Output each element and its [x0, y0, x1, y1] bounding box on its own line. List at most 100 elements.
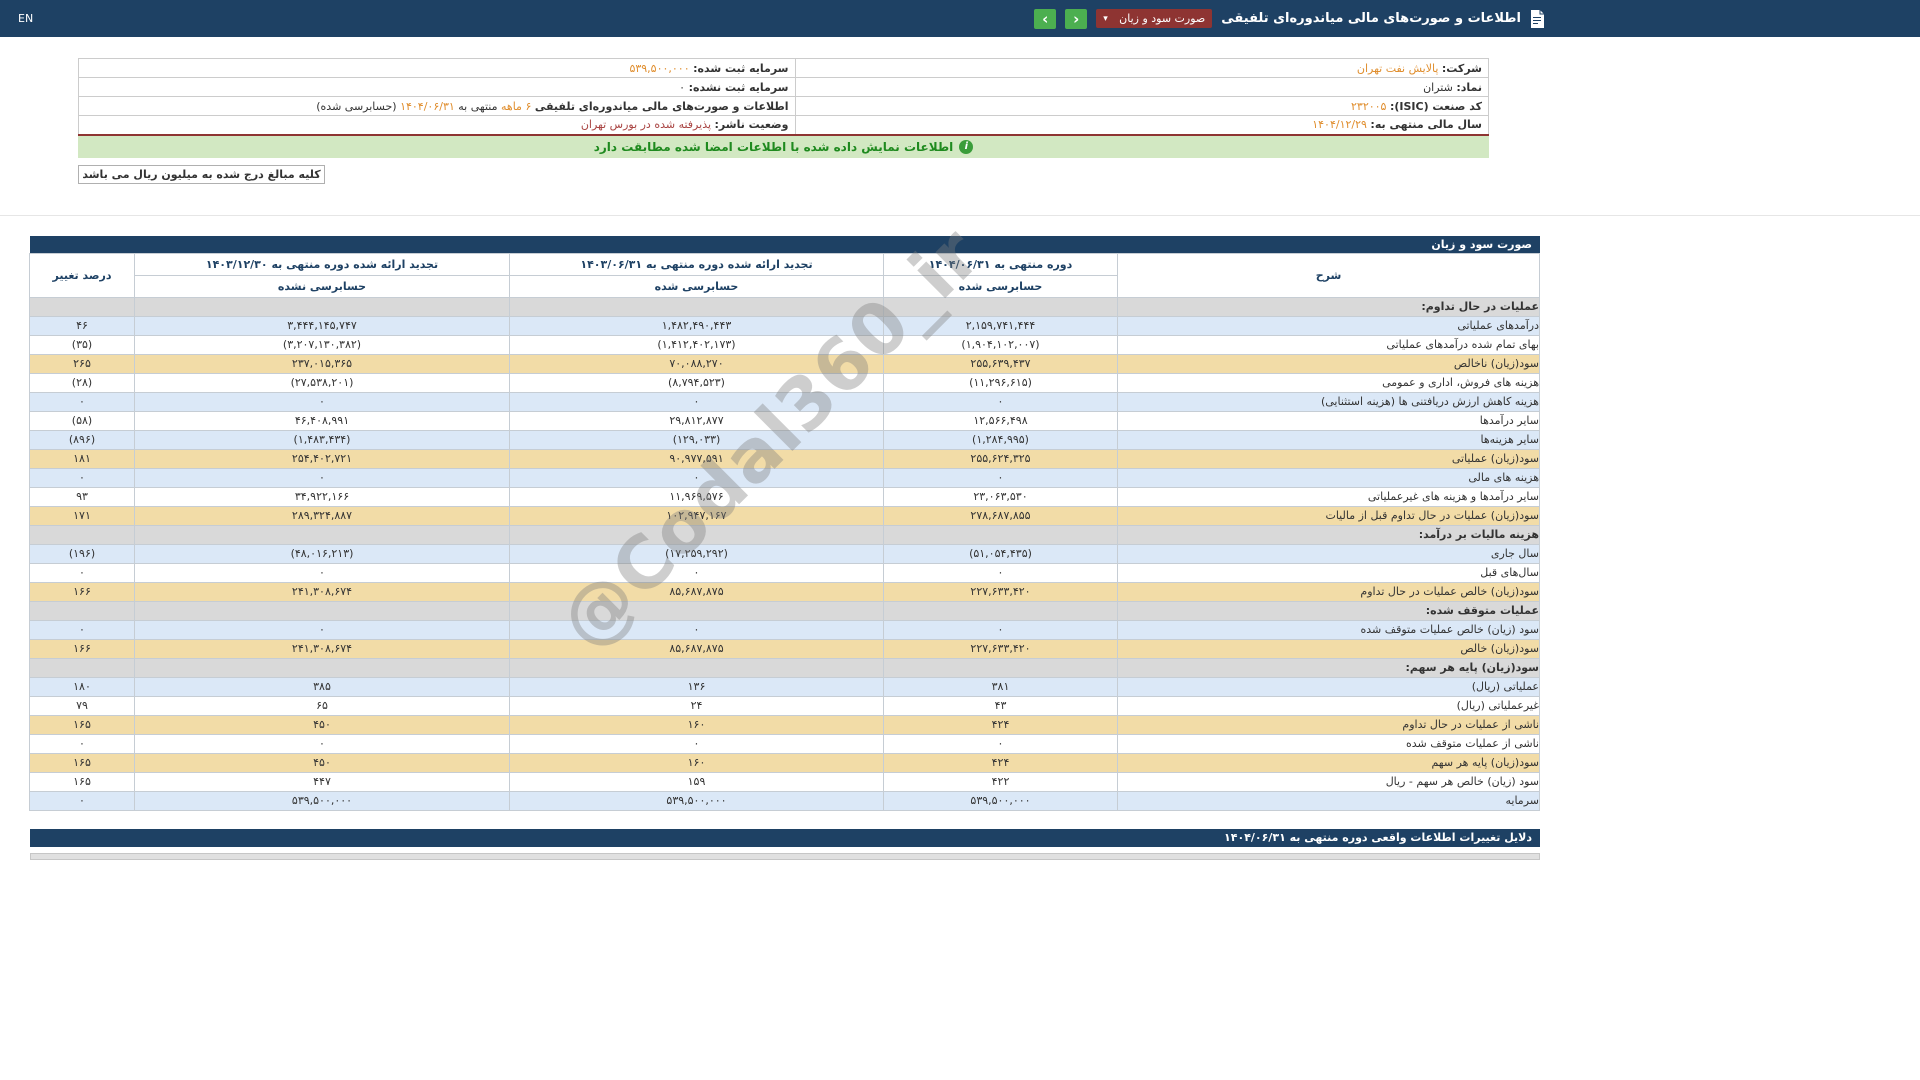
info-row: نماد: شتران سرمایه ثبت نشده: ۰: [79, 78, 1489, 97]
value-cell: ۶۵: [135, 696, 510, 715]
percent-change-cell: (۳۵): [30, 335, 135, 354]
symbol-cell: نماد: شتران: [795, 78, 1489, 97]
value-cell: ۰: [510, 392, 884, 411]
value-cell: [135, 658, 510, 677]
value-cell: ۵۳۹,۵۰۰,۰۰۰: [510, 791, 884, 810]
value-cell: ۱۱,۹۶۹,۵۷۶: [510, 487, 884, 506]
value-cell: ۱۵۹: [510, 772, 884, 791]
statement-section: صورت سود و زیان شرح دوره منتهی به ۱۴۰۴/۰…: [0, 236, 1540, 860]
isic-cell: کد صنعت (ISIC): ۲۳۲۰۰۵: [795, 97, 1489, 116]
cutoff-table-strip: [30, 853, 1540, 860]
row-label-cell: سود(زیان) خالص عملیات در حال تداوم: [1118, 582, 1540, 601]
value-cell: (۴۸,۰۱۶,۲۱۳): [135, 544, 510, 563]
value-cell: (۱,۲۸۴,۹۹۵): [884, 430, 1118, 449]
report-period-date: ۱۴۰۴/۰۶/۳۱: [400, 100, 455, 113]
fiscal-year-label: سال مالی منتهی به:: [1370, 118, 1482, 131]
column-subheader-unaudited: حسابرسی نشده: [135, 275, 510, 297]
table-row: سال‌های قبل۰۰۰۰: [30, 563, 1540, 582]
table-row: سایر هزینه‌ها(۱,۲۸۴,۹۹۵)(۱۲۹,۰۳۳)(۱,۴۸۳,…: [30, 430, 1540, 449]
value-cell: ۳۴,۹۲۲,۱۶۶: [135, 487, 510, 506]
value-cell: ۰: [510, 620, 884, 639]
value-cell: (۳,۲۰۷,۱۳۰,۳۸۲): [135, 335, 510, 354]
value-cell: ۱,۴۸۲,۴۹۰,۴۴۳: [510, 316, 884, 335]
symbol-value: شتران: [1423, 81, 1453, 94]
table-row: هزینه های فروش، اداری و عمومی(۱۱,۲۹۶,۶۱۵…: [30, 373, 1540, 392]
value-cell: ۰: [884, 468, 1118, 487]
table-row: درآمدهای عملیاتی۲,۱۵۹,۷۴۱,۴۴۴۱,۴۸۲,۴۹۰,۴…: [30, 316, 1540, 335]
table-row: سایر درآمدها۱۲,۵۶۶,۴۹۸۲۹,۸۱۲,۸۷۷۴۶,۴۰۸,۹…: [30, 411, 1540, 430]
row-label-cell: سود(زیان) عملیات در حال تداوم قبل از مال…: [1118, 506, 1540, 525]
info-row: شرکت: پالایش نفت تهران سرمایه ثبت شده: ۵…: [79, 59, 1489, 78]
company-link[interactable]: پالایش نفت تهران: [1357, 62, 1439, 75]
row-label-cell: هزینه کاهش ارزش دریافتنی ها (هزینه استثن…: [1118, 392, 1540, 411]
value-cell: ۱۶۰: [510, 715, 884, 734]
table-row: سود(زیان) عملیات در حال تداوم قبل از مال…: [30, 506, 1540, 525]
report-period-label: اطلاعات و صورت‌های مالی میاندوره‌ای تلفی…: [535, 100, 789, 113]
info-icon: i: [959, 140, 973, 154]
value-cell: ۲۵۴,۴۰۲,۷۲۱: [135, 449, 510, 468]
table-row: هزینه های مالی۰۰۰۰: [30, 468, 1540, 487]
report-period-audit-state: (حسابرسی شده): [316, 100, 396, 113]
value-cell: ۱۲,۵۶۶,۴۹۸: [884, 411, 1118, 430]
value-cell: ۱۰۲,۹۴۷,۱۶۷: [510, 506, 884, 525]
row-label-cell: سایر درآمدها: [1118, 411, 1540, 430]
value-cell: ۰: [135, 392, 510, 411]
unregistered-capital-value: ۰: [679, 81, 685, 94]
percent-change-cell: ۱۶۵: [30, 753, 135, 772]
table-row: سرمایه۵۳۹,۵۰۰,۰۰۰۵۳۹,۵۰۰,۰۰۰۵۳۹,۵۰۰,۰۰۰۰: [30, 791, 1540, 810]
row-label-cell: سایر هزینه‌ها: [1118, 430, 1540, 449]
row-label-cell: هزینه مالیات بر درآمد:: [1118, 525, 1540, 544]
banner-text: اطلاعات نمایش داده شده با اطلاعات امضا ش…: [594, 140, 954, 154]
value-cell: [884, 658, 1118, 677]
statement-select[interactable]: صورت سود و زیان ▾: [1096, 9, 1212, 28]
value-cell: ۰: [884, 392, 1118, 411]
column-header-description: شرح: [1118, 253, 1540, 297]
column-subheader-audited: حسابرسی شده: [510, 275, 884, 297]
value-cell: ۴۳: [884, 696, 1118, 715]
value-cell: ۷۰,۰۸۸,۲۷۰: [510, 354, 884, 373]
value-cell: ۴۵۰: [135, 715, 510, 734]
table-row: ناشی از عملیات در حال تداوم۴۲۴۱۶۰۴۵۰۱۶۵: [30, 715, 1540, 734]
table-row: ناشی از عملیات متوقف شده۰۰۰۰: [30, 734, 1540, 753]
value-cell: (۱۲۹,۰۳۳): [510, 430, 884, 449]
percent-change-cell: [30, 525, 135, 544]
income-table-body: عملیات در حال تداوم:درآمدهای عملیاتی۲,۱۵…: [30, 297, 1540, 810]
column-header-period-restated-1: تجدید ارائه شده دوره منتهی به ۱۴۰۳/۰۶/۳۱: [510, 253, 884, 275]
value-cell: (۵۱,۰۵۴,۴۳۵): [884, 544, 1118, 563]
issuer-status-label: وضعیت ناشر:: [715, 118, 789, 131]
percent-change-cell: ۰: [30, 392, 135, 411]
value-cell: ۰: [135, 468, 510, 487]
value-cell: (۲۷,۵۳۸,۲۰۱): [135, 373, 510, 392]
value-cell: ۱۶۰: [510, 753, 884, 772]
percent-change-cell: ۰: [30, 620, 135, 639]
table-row: سود(زیان) خالص۲۲۷,۶۳۳,۴۲۰۸۵,۶۸۷,۸۷۵۲۴۱,۳…: [30, 639, 1540, 658]
table-row: غیرعملیاتی (ریال)۴۳۲۴۶۵۷۹: [30, 696, 1540, 715]
value-cell: [510, 297, 884, 316]
row-label-cell: عملیاتی (ریال): [1118, 677, 1540, 696]
percent-change-cell: ۱۶۵: [30, 772, 135, 791]
value-cell: [884, 297, 1118, 316]
value-cell: ۳۸۱: [884, 677, 1118, 696]
prev-statement-button[interactable]: ‹: [1065, 9, 1087, 29]
row-label-cell: سرمایه: [1118, 791, 1540, 810]
value-cell: ۴۶,۴۰۸,۹۹۱: [135, 411, 510, 430]
value-cell: ۰: [884, 563, 1118, 582]
value-cell: (۸,۷۹۴,۵۲۳): [510, 373, 884, 392]
row-label-cell: سود(زیان) پایه هر سهم:: [1118, 658, 1540, 677]
next-statement-button[interactable]: ›: [1034, 9, 1056, 29]
value-cell: ۴۴۷: [135, 772, 510, 791]
value-cell: ۵۳۹,۵۰۰,۰۰۰: [135, 791, 510, 810]
value-cell: [135, 525, 510, 544]
registered-capital-label: سرمایه ثبت شده:: [693, 62, 788, 75]
value-cell: ۴۵۰: [135, 753, 510, 772]
value-cell: ۲۷۸,۶۸۷,۸۵۵: [884, 506, 1118, 525]
value-cell: (۱۷,۲۵۹,۲۹۲): [510, 544, 884, 563]
english-language-link[interactable]: EN: [18, 12, 33, 25]
value-cell: ۲۹,۸۱۲,۸۷۷: [510, 411, 884, 430]
percent-change-cell: ۰: [30, 791, 135, 810]
value-cell: ۴۲۴: [884, 753, 1118, 772]
chevron-down-icon: ▾: [1103, 14, 1108, 24]
percent-change-cell: ۱۸۰: [30, 677, 135, 696]
isic-value: ۲۳۲۰۰۵: [1351, 100, 1386, 113]
percent-change-cell: [30, 297, 135, 316]
